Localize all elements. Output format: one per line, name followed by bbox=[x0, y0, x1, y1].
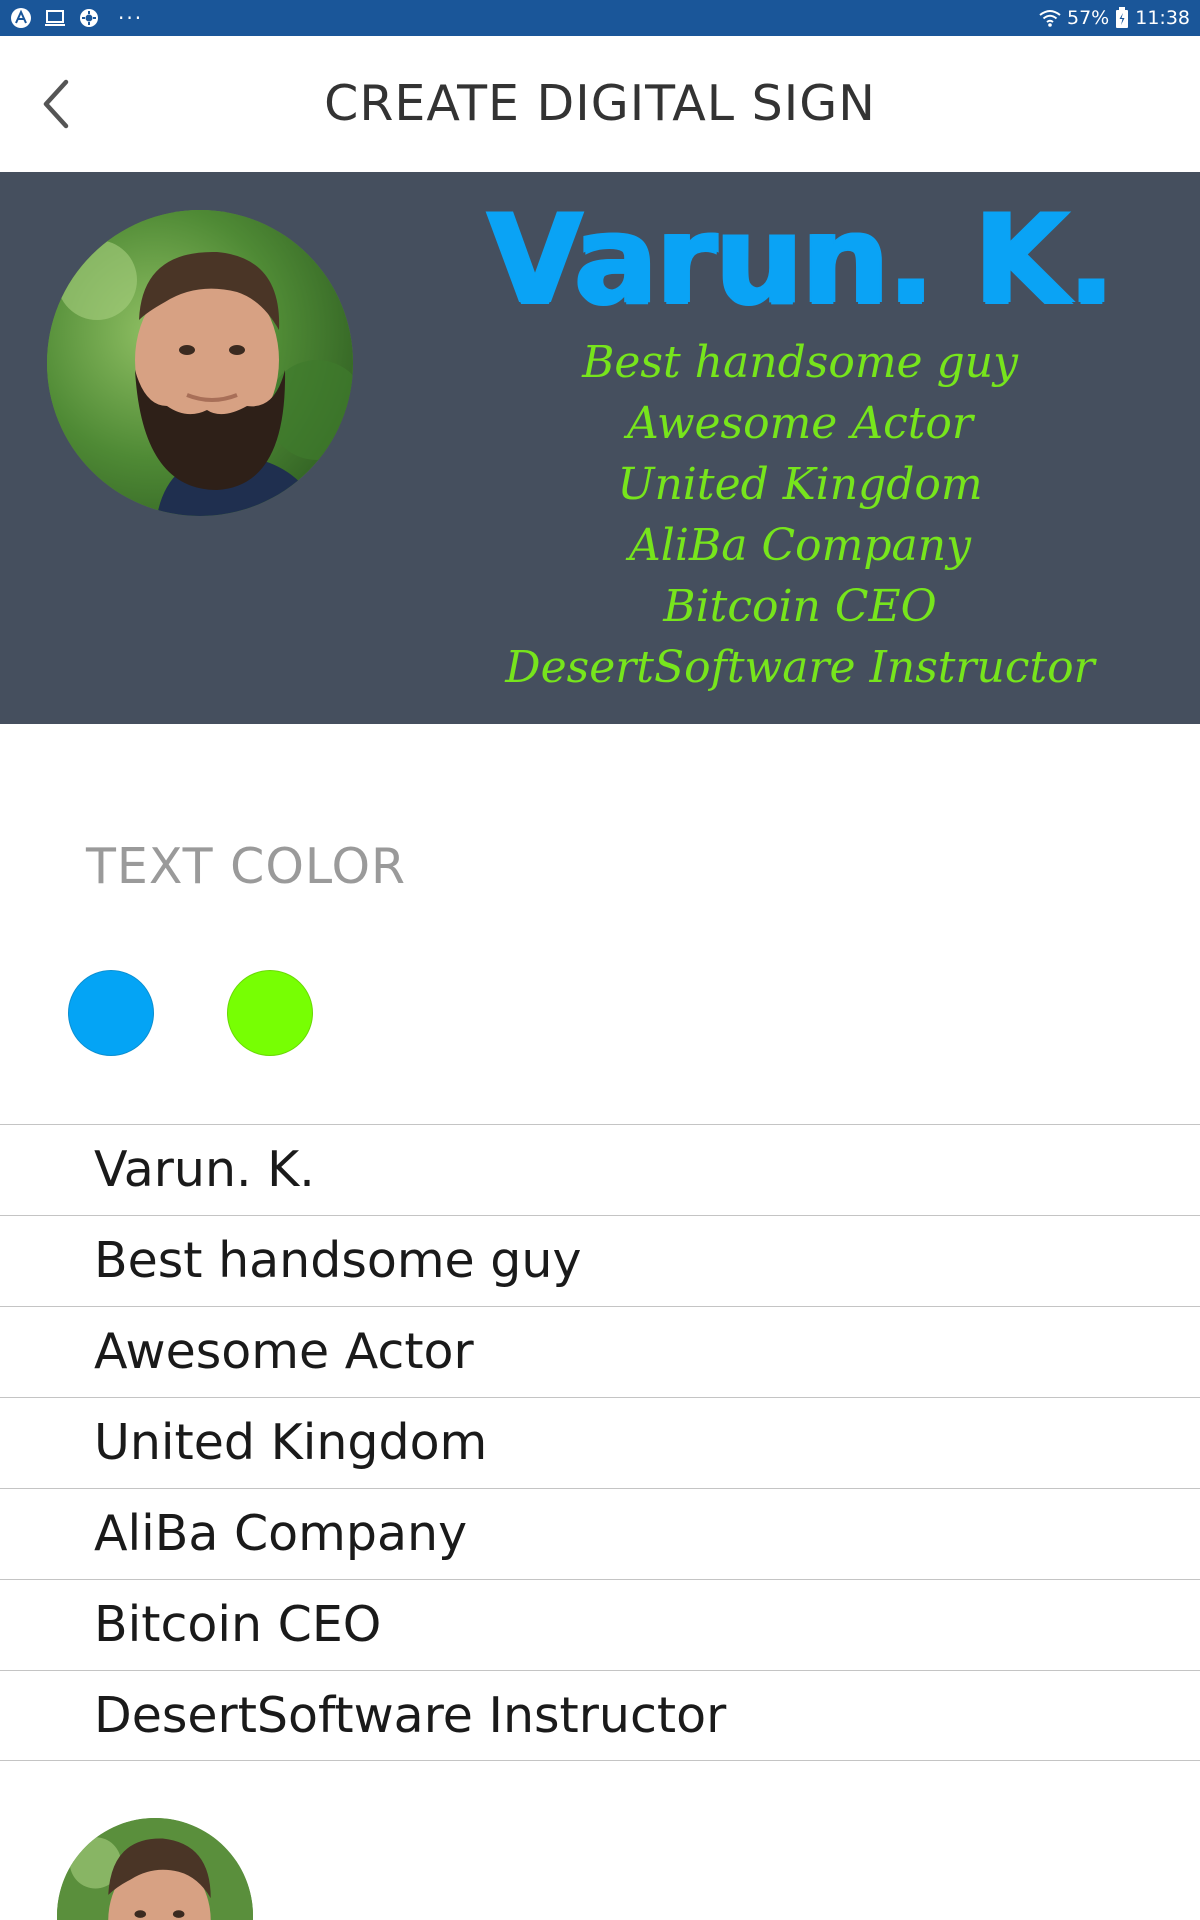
line-field-3[interactable]: United Kingdom bbox=[94, 1398, 1174, 1488]
status-left-icons: ··· bbox=[10, 7, 143, 29]
banner-name: Varun. K. bbox=[486, 188, 1115, 332]
banner-line-6: DesertSoftware Instructor bbox=[505, 642, 1095, 693]
clock: 11:38 bbox=[1135, 7, 1190, 29]
name-field[interactable]: Varun. K. bbox=[94, 1125, 1174, 1215]
line-field-4[interactable]: AliBa Company bbox=[94, 1489, 1174, 1579]
list-item: DesertSoftware Instructor bbox=[0, 1670, 1200, 1761]
banner-line-3: United Kingdom bbox=[617, 459, 983, 510]
status-overflow-dots: ··· bbox=[118, 6, 144, 30]
list-item: Varun. K. bbox=[0, 1124, 1200, 1215]
line-field-6[interactable]: DesertSoftware Instructor bbox=[94, 1671, 1174, 1761]
line-field-1[interactable]: Best handsome guy bbox=[94, 1216, 1174, 1306]
create-digital-sign-screen: ··· 57% 11:38 CREATE DIGITAL SIGN Varun.… bbox=[0, 0, 1200, 1920]
profile-photo[interactable] bbox=[47, 210, 353, 516]
banner-lines: Best handsome guy Awesome Actor United K… bbox=[500, 332, 1100, 698]
photo-picker-avatar[interactable] bbox=[57, 1818, 253, 1920]
text-color-label: TEXT COLOR bbox=[86, 838, 407, 895]
sign-text-fields: Varun. K. Best handsome guy Awesome Acto… bbox=[0, 1124, 1200, 1761]
page-title: CREATE DIGITAL SIGN bbox=[324, 75, 876, 132]
line-field-2[interactable]: Awesome Actor bbox=[94, 1307, 1174, 1397]
app-notification-icon bbox=[11, 8, 31, 28]
list-item: United Kingdom bbox=[0, 1397, 1200, 1488]
wifi-icon bbox=[1039, 10, 1061, 27]
color-swatch-green[interactable] bbox=[227, 970, 313, 1056]
list-item: Awesome Actor bbox=[0, 1306, 1200, 1397]
list-item: Bitcoin CEO bbox=[0, 1579, 1200, 1670]
screen-mirror-icon bbox=[45, 10, 65, 26]
app-header: CREATE DIGITAL SIGN bbox=[0, 36, 1200, 172]
status-bar: ··· 57% 11:38 bbox=[0, 0, 1200, 36]
back-button[interactable] bbox=[28, 74, 84, 134]
banner-line-4: AliBa Company bbox=[629, 520, 971, 571]
banner-line-1: Best handsome guy bbox=[582, 337, 1018, 388]
battery-percent: 57% bbox=[1067, 7, 1110, 29]
battery-icon bbox=[1116, 7, 1129, 28]
list-item: Best handsome guy bbox=[0, 1215, 1200, 1306]
profile-photo-thumbnail bbox=[57, 1818, 253, 1920]
settings-notification-icon bbox=[80, 9, 98, 27]
banner-line-5: Bitcoin CEO bbox=[663, 581, 937, 632]
line-field-5[interactable]: Bitcoin CEO bbox=[94, 1580, 1174, 1670]
status-right-info: 57% 11:38 bbox=[1039, 6, 1190, 30]
color-swatch-blue[interactable] bbox=[68, 970, 154, 1056]
list-item: AliBa Company bbox=[0, 1488, 1200, 1579]
profile-photo-illustration bbox=[47, 210, 353, 516]
digital-sign-preview: Varun. K. Best handsome guy Awesome Acto… bbox=[0, 172, 1200, 724]
chevron-left-icon bbox=[43, 79, 69, 129]
banner-line-2: Awesome Actor bbox=[627, 398, 973, 449]
